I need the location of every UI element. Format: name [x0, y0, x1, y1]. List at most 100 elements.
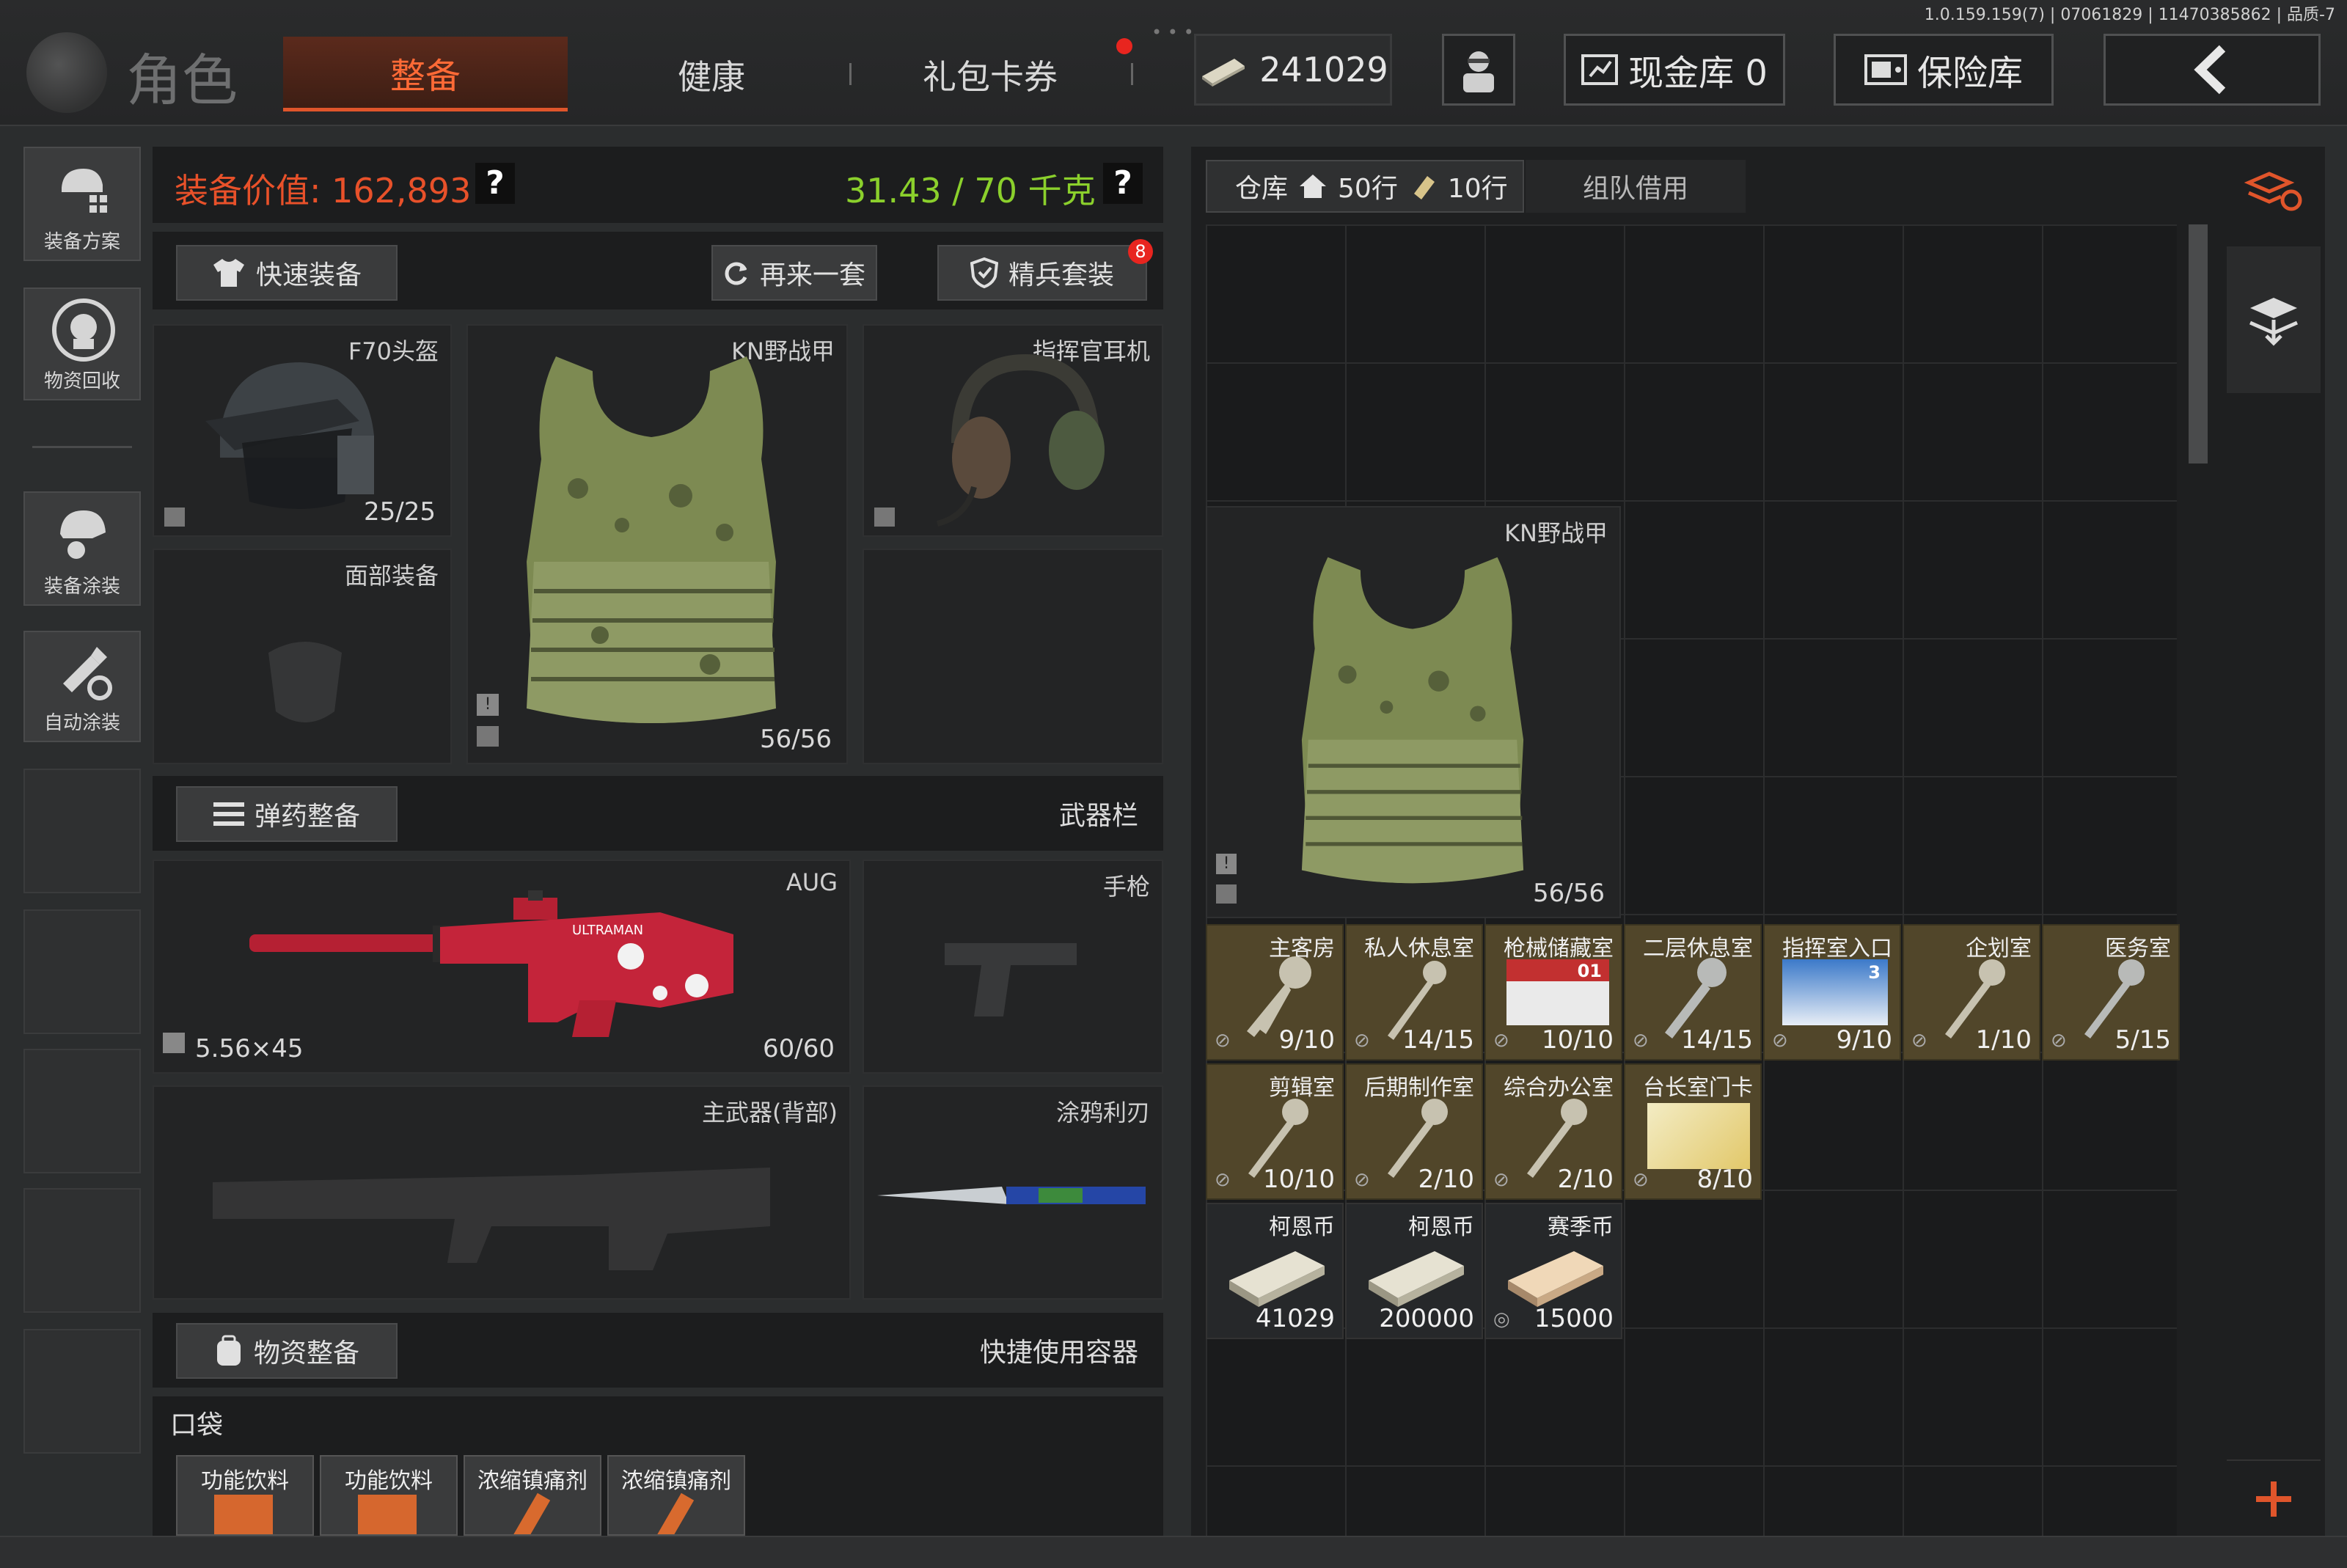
team-borrow-tab[interactable]: 组队借用: [1526, 160, 1746, 213]
ammo-loadout-label: 弹药整备: [254, 802, 360, 832]
keycard-icon: [1647, 1103, 1750, 1169]
key-item[interactable]: 台长室门卡 ⊘ 8/10: [1624, 1063, 1762, 1200]
warehouse-scrollbar[interactable]: [2189, 224, 2208, 464]
sidebar-item-loadout-plan[interactable]: 装备方案: [23, 147, 141, 261]
ammo-list-icon: [213, 802, 244, 826]
recycle-icon: [52, 298, 115, 362]
deposit-layers-icon: [2249, 298, 2299, 346]
no-trade-icon: ⊘: [1215, 1169, 1231, 1191]
back-button[interactable]: [2103, 34, 2321, 106]
soldier-avatar-icon: [1463, 51, 1494, 92]
warehouse-tab[interactable]: 仓库 50行 10行: [1206, 160, 1524, 213]
primary-ammo-count: 60/60: [763, 1034, 835, 1063]
another-set-button[interactable]: 再来一套: [711, 245, 877, 301]
pocket-item[interactable]: 功能饮料: [320, 1455, 458, 1536]
back-weapon-slot[interactable]: 主武器(背部): [153, 1085, 851, 1300]
key-item[interactable]: 医务室 ⊘ 5/15: [2042, 924, 2180, 1060]
sort-stack-button[interactable]: [2227, 151, 2321, 229]
primary-weapon-slot[interactable]: AUG ULTRAMAN 5.56×45 60/60: [153, 860, 851, 1074]
quick-use-container-label: 快捷使用容器: [979, 1338, 1138, 1368]
key-item[interactable]: 私人休息室 ⊘ 14/15: [1345, 924, 1483, 1060]
currency-item-count: 200000: [1379, 1304, 1474, 1333]
pocket-item[interactable]: 功能饮料: [176, 1455, 314, 1536]
key-item[interactable]: 枪械储藏室 01 ⊘ 10/10: [1484, 924, 1622, 1060]
quick-equip-button[interactable]: 快速装备: [176, 245, 398, 301]
empty-gear-slot[interactable]: [863, 549, 1163, 764]
helmet-slot[interactable]: F70头盔 25/25: [153, 324, 452, 537]
key-item-count: 14/15: [1402, 1025, 1474, 1055]
notification-dot: [1116, 38, 1132, 54]
sidebar-item-equipment-paint[interactable]: 装备涂装: [23, 491, 141, 606]
no-trade-icon: ⊘: [1633, 1169, 1649, 1191]
rifle-placeholder-icon: [213, 1168, 770, 1270]
armor-durability: 56/56: [760, 725, 832, 754]
add-button[interactable]: [2227, 1459, 2321, 1537]
skin-text: ULTRAMAN: [572, 923, 643, 938]
vest-icon: [1301, 557, 1524, 884]
ticket-rows: 10行: [1447, 174, 1508, 204]
sidebar-item-recycle[interactable]: 物资回收: [23, 287, 141, 400]
currency-item[interactable]: 赛季币 ◎ 15000: [1484, 1203, 1622, 1339]
pistol-slot[interactable]: 手枪: [863, 860, 1163, 1074]
pocket-item[interactable]: 浓缩镇痛剂: [607, 1455, 745, 1536]
sidebar-divider: [32, 446, 132, 448]
tab-loadout[interactable]: 整备: [283, 37, 568, 111]
sidebar-empty-slot: [23, 1049, 141, 1173]
key-item-count: 9/10: [1836, 1025, 1892, 1055]
no-trade-icon: ⊘: [2051, 1030, 2067, 1052]
primary-weapon-name: AUG: [786, 868, 838, 896]
tab-divider: [849, 63, 852, 85]
weight-readout: 31.43 / 70 千克: [845, 171, 1096, 210]
supplies-loadout-button[interactable]: 物资整备: [176, 1323, 398, 1379]
profile-button[interactable]: [1442, 34, 1515, 106]
currency-item[interactable]: 柯恩币 41029: [1206, 1203, 1344, 1339]
warehouse-armor-item[interactable]: KN野战甲 ! 56/56: [1206, 506, 1621, 918]
supplies-header: 物资整备 快捷使用容器: [153, 1313, 1163, 1388]
money-stack-icon: [1369, 1251, 1464, 1307]
no-trade-icon: ⊘: [1354, 1169, 1370, 1191]
tab-gift-cards[interactable]: 礼包卡券: [902, 45, 1078, 104]
currency-item[interactable]: 柯恩币 200000: [1345, 1203, 1483, 1339]
weight-help-button[interactable]: ?: [1103, 163, 1143, 204]
sidebar-item-auto-paint[interactable]: 自动涂装: [23, 631, 141, 742]
safe-vault-button[interactable]: 保险库: [1834, 34, 2054, 106]
gear-plan-icon: [62, 169, 107, 213]
ticket-icon: [1413, 176, 1435, 199]
armor-slot[interactable]: KN野战甲 ! 56/56: [466, 324, 848, 764]
gas-mask-placeholder-icon: [268, 642, 342, 722]
key-item[interactable]: 综合办公室 ⊘ 2/10: [1484, 1063, 1622, 1200]
currency-button[interactable]: 241029: [1194, 34, 1392, 106]
key-item[interactable]: 后期制作室 ⊘ 2/10: [1345, 1063, 1483, 1200]
pocket-item[interactable]: 浓缩镇痛剂: [464, 1455, 601, 1536]
key-item[interactable]: 主客房 ⊘ 9/10: [1206, 924, 1344, 1060]
shirt-icon: [213, 259, 244, 287]
info-icon: !: [477, 694, 499, 716]
equipment-value: 装备价值: 162,893: [175, 171, 472, 210]
value-help-button[interactable]: ?: [475, 163, 515, 204]
headset-slot[interactable]: 指挥官耳机: [863, 324, 1163, 537]
sidebar-empty-slot: [23, 769, 141, 893]
vault-icon: [1581, 54, 1619, 85]
refresh-icon: [725, 262, 747, 285]
tab-gift-cards-label: 礼包卡券: [923, 57, 1058, 97]
tab-health[interactable]: 健康: [631, 45, 792, 104]
key-item[interactable]: 二层休息室 ⊘ 14/15: [1624, 924, 1762, 1060]
no-trade-icon: ⊘: [1633, 1030, 1649, 1052]
stash-deposit-button[interactable]: [2227, 246, 2321, 393]
key-item[interactable]: 企划室 ⊘ 1/10: [1903, 924, 2040, 1060]
key-item[interactable]: 剪辑室 ⊘ 10/10: [1206, 1063, 1344, 1200]
key-item[interactable]: 指挥室入口 3 ⊘ 9/10: [1763, 924, 1901, 1060]
cash-vault-label: 现金库 0: [1628, 53, 1768, 94]
elite-set-button[interactable]: 精兵套装: [937, 245, 1147, 301]
stack-sort-icon: [2244, 172, 2302, 211]
melee-slot[interactable]: 涂鸦利刃: [863, 1085, 1163, 1300]
key-item-count: 10/10: [1542, 1025, 1614, 1055]
shield-icon: [970, 257, 998, 288]
warehouse-tab-label: 仓库: [1235, 174, 1289, 204]
sidebar-empty-slot: [23, 1188, 141, 1313]
cash-vault-button[interactable]: 现金库 0: [1564, 34, 1785, 106]
ammo-loadout-button[interactable]: 弹药整备: [176, 786, 398, 842]
face-slot[interactable]: 面部装备: [153, 549, 452, 764]
key-item-count: 1/10: [1975, 1025, 2032, 1055]
key-item-count: 14/15: [1681, 1025, 1753, 1055]
